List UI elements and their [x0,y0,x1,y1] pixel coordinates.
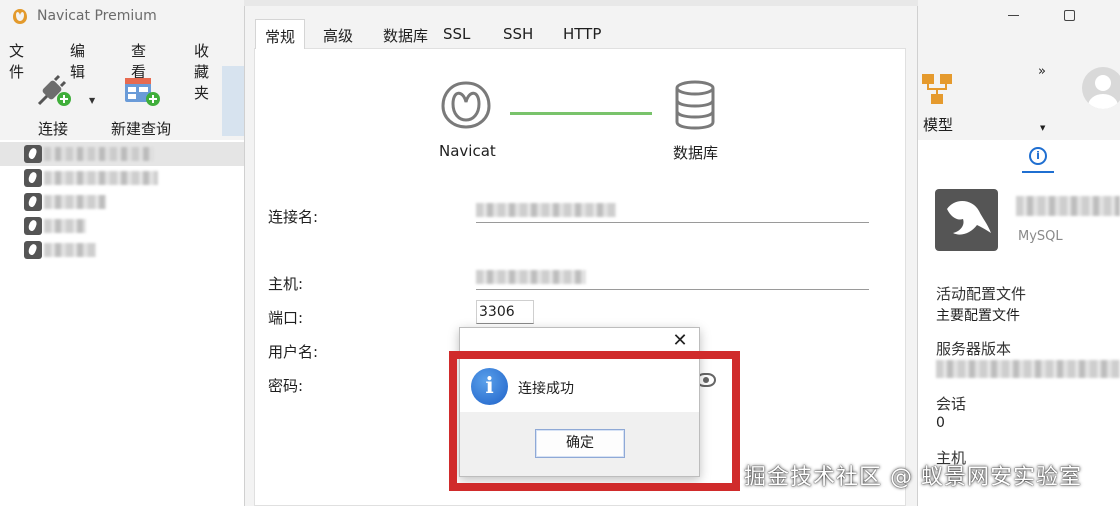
app-title: Navicat Premium [37,8,157,24]
minimize-icon[interactable] [1008,15,1019,16]
redacted-text [44,219,86,233]
navicat-caption: Navicat [439,142,496,160]
navicat-logo-icon [13,9,27,24]
connection-name-field[interactable] [476,199,869,223]
model-label[interactable]: 模型 [923,114,953,135]
navicat-icon [441,81,491,129]
mysql-connection-icon [24,193,42,211]
redacted-text [476,203,616,217]
password-label: 密码: [268,377,304,395]
redacted-text [44,171,158,185]
info-tab-indicator [1022,171,1054,173]
tab-ssl[interactable]: SSL [434,19,479,49]
redacted-text [44,243,96,257]
mysql-connection-icon [24,145,42,163]
active-profile-value: 主要配置文件 [936,308,1020,324]
redacted-text [44,147,154,161]
new-query-icon [125,78,160,106]
maximize-icon[interactable] [1064,10,1075,21]
active-profile-label: 活动配置文件 [936,285,1027,303]
sessions-value: 0 [936,415,945,431]
database-caption: 数据库 [673,144,719,162]
tab-general[interactable]: 常规 [255,19,306,49]
more-toolbar-icon[interactable]: » [1038,64,1046,79]
server-type-label: MySQL [1018,229,1063,244]
tab-http[interactable]: HTTP [554,19,610,49]
tab-advanced[interactable]: 高级 [314,19,362,49]
tree-item[interactable] [0,166,244,190]
redacted-text [476,270,586,284]
annotation-highlight-box [449,351,740,491]
close-icon[interactable]: ✕ [670,331,690,351]
connect-dropdown-icon[interactable]: ▼ [89,96,95,105]
tree-item[interactable] [0,238,244,262]
user-avatar[interactable] [1082,67,1120,109]
watermark: 掘金技术社区 @ 蚁景网安实验室 [744,465,1082,490]
redacted-text [1016,196,1120,216]
mysql-connection-icon [24,217,42,235]
sessions-label: 会话 [936,395,967,413]
connection-tree [0,140,244,506]
host-field-label: 主机: [268,275,304,293]
tree-item[interactable] [0,190,244,214]
port-label: 端口: [268,309,304,327]
username-label: 用户名: [268,343,319,361]
redacted-text [44,195,106,209]
database-icon [675,80,715,130]
model-dropdown-icon[interactable]: ▼ [1040,124,1045,132]
server-version-label: 服务器版本 [936,340,1012,358]
tab-database[interactable]: 数据库 [374,19,437,49]
connect-button[interactable]: 连接 [28,72,78,139]
mysql-connection-icon [24,169,42,187]
connection-name-label: 连接名: [268,208,319,226]
mysql-connection-icon [24,241,42,259]
toolbar-scroll-edge [222,66,244,136]
tree-item[interactable] [0,214,244,238]
host-field[interactable] [476,266,869,290]
menu-file[interactable]: 文件 [9,40,24,82]
plug-icon [37,74,71,106]
new-query-label: 新建查询 [110,120,171,138]
new-query-button[interactable]: 新建查询 [110,72,172,139]
connection-status-line [510,112,652,115]
redacted-text [936,360,1120,378]
info-tab-icon[interactable]: i [1029,147,1047,165]
port-field[interactable]: 3306 [476,300,534,324]
mysql-logo-icon [935,189,998,251]
menu-favorites[interactable]: 收藏夹 [194,40,209,103]
connect-label: 连接 [37,120,68,138]
tab-ssh[interactable]: SSH [494,19,542,49]
dialog-title-edge [244,0,918,6]
tree-item[interactable] [0,142,244,166]
model-icon[interactable] [920,72,956,108]
